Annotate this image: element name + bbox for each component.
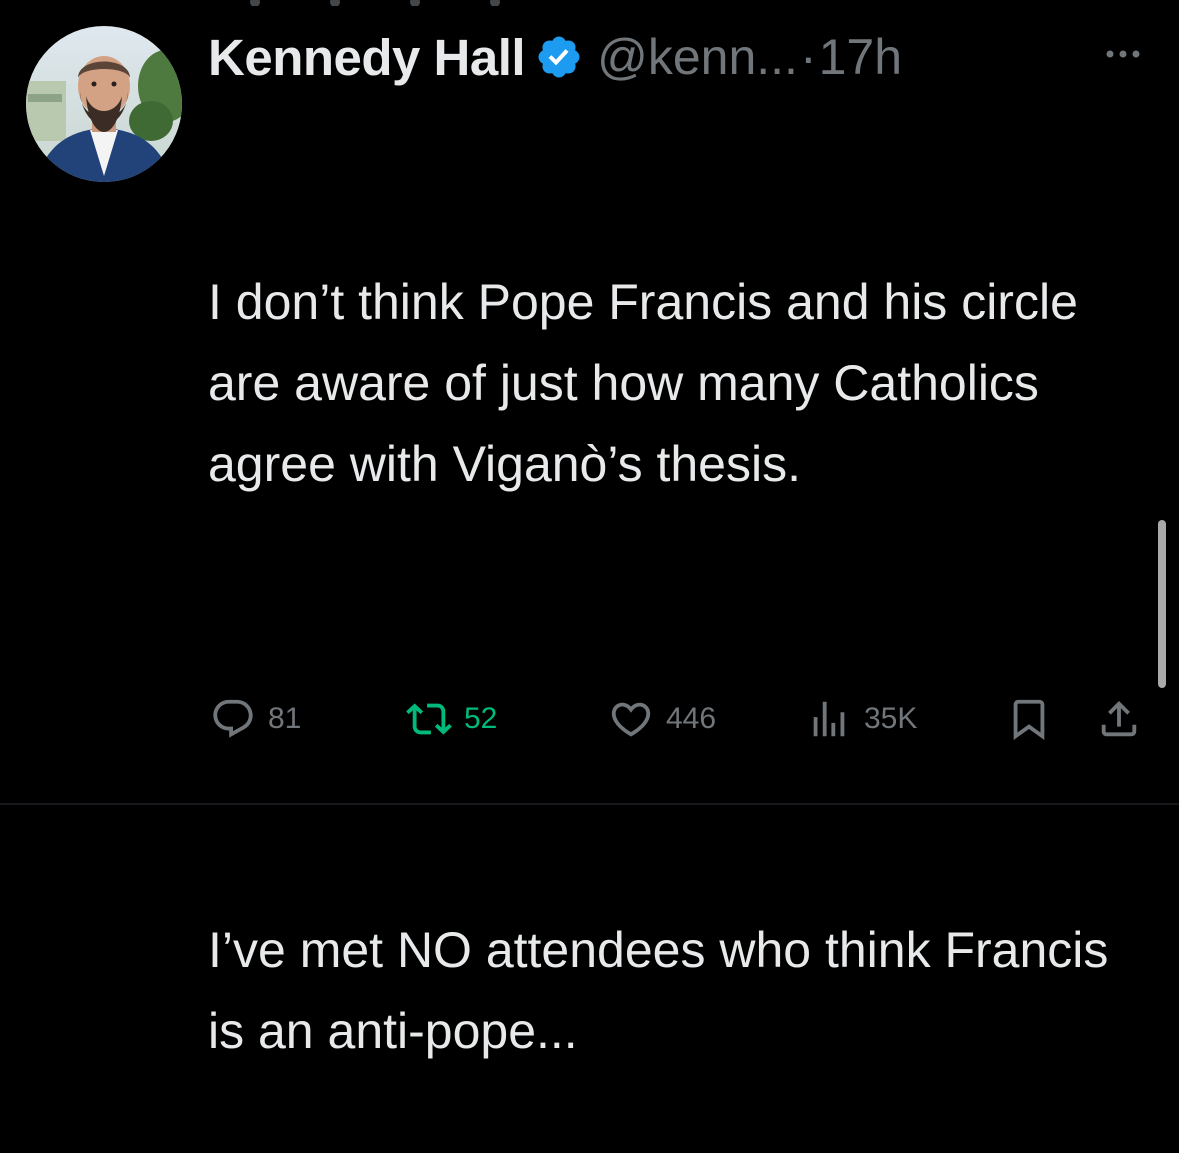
views-count: 35K: [864, 702, 918, 735]
reply-icon: [213, 699, 253, 738]
retweet-icon: [406, 703, 452, 735]
profile-photo-icon: [26, 26, 182, 182]
tweet-paragraph: I’ve met NO attendees who think Francis …: [208, 922, 1123, 1059]
reply-button[interactable]: 81: [210, 694, 301, 744]
retweet-button[interactable]: 52: [406, 694, 497, 744]
scrollbar-thumb[interactable]: [1158, 520, 1166, 688]
views-button[interactable]: 35K: [806, 694, 917, 744]
previous-content-fragment: [250, 0, 670, 6]
tweet-text: I don’t think Pope Francis and his circl…: [208, 100, 1158, 1153]
header-separator: ·: [799, 29, 817, 85]
author-display-name[interactable]: Kennedy Hall: [208, 28, 526, 87]
tweet-timestamp[interactable]: 17h: [819, 28, 902, 86]
bookmark-icon: [1013, 699, 1045, 740]
avatar[interactable]: [26, 26, 182, 182]
tweet-action-bar: 81 52 446 35K: [210, 694, 1150, 744]
retweet-count: 52: [464, 702, 498, 735]
author-handle[interactable]: @kenn...: [597, 28, 798, 86]
views-icon: [813, 701, 845, 737]
tweet-paragraph: I don’t think Pope Francis and his circl…: [208, 274, 1092, 492]
share-icon: [1101, 700, 1137, 737]
like-button[interactable]: 446: [608, 694, 716, 744]
more-horizontal-icon[interactable]: [1098, 44, 1148, 64]
share-button[interactable]: [1096, 694, 1142, 744]
like-count: 446: [666, 702, 717, 735]
bookmark-button[interactable]: [1006, 694, 1052, 744]
heart-icon: [611, 702, 651, 737]
tweet-header: Kennedy Hall @kenn... · 17h: [208, 24, 902, 90]
verified-badge-icon[interactable]: [535, 33, 583, 81]
reply-count: 81: [268, 702, 302, 735]
